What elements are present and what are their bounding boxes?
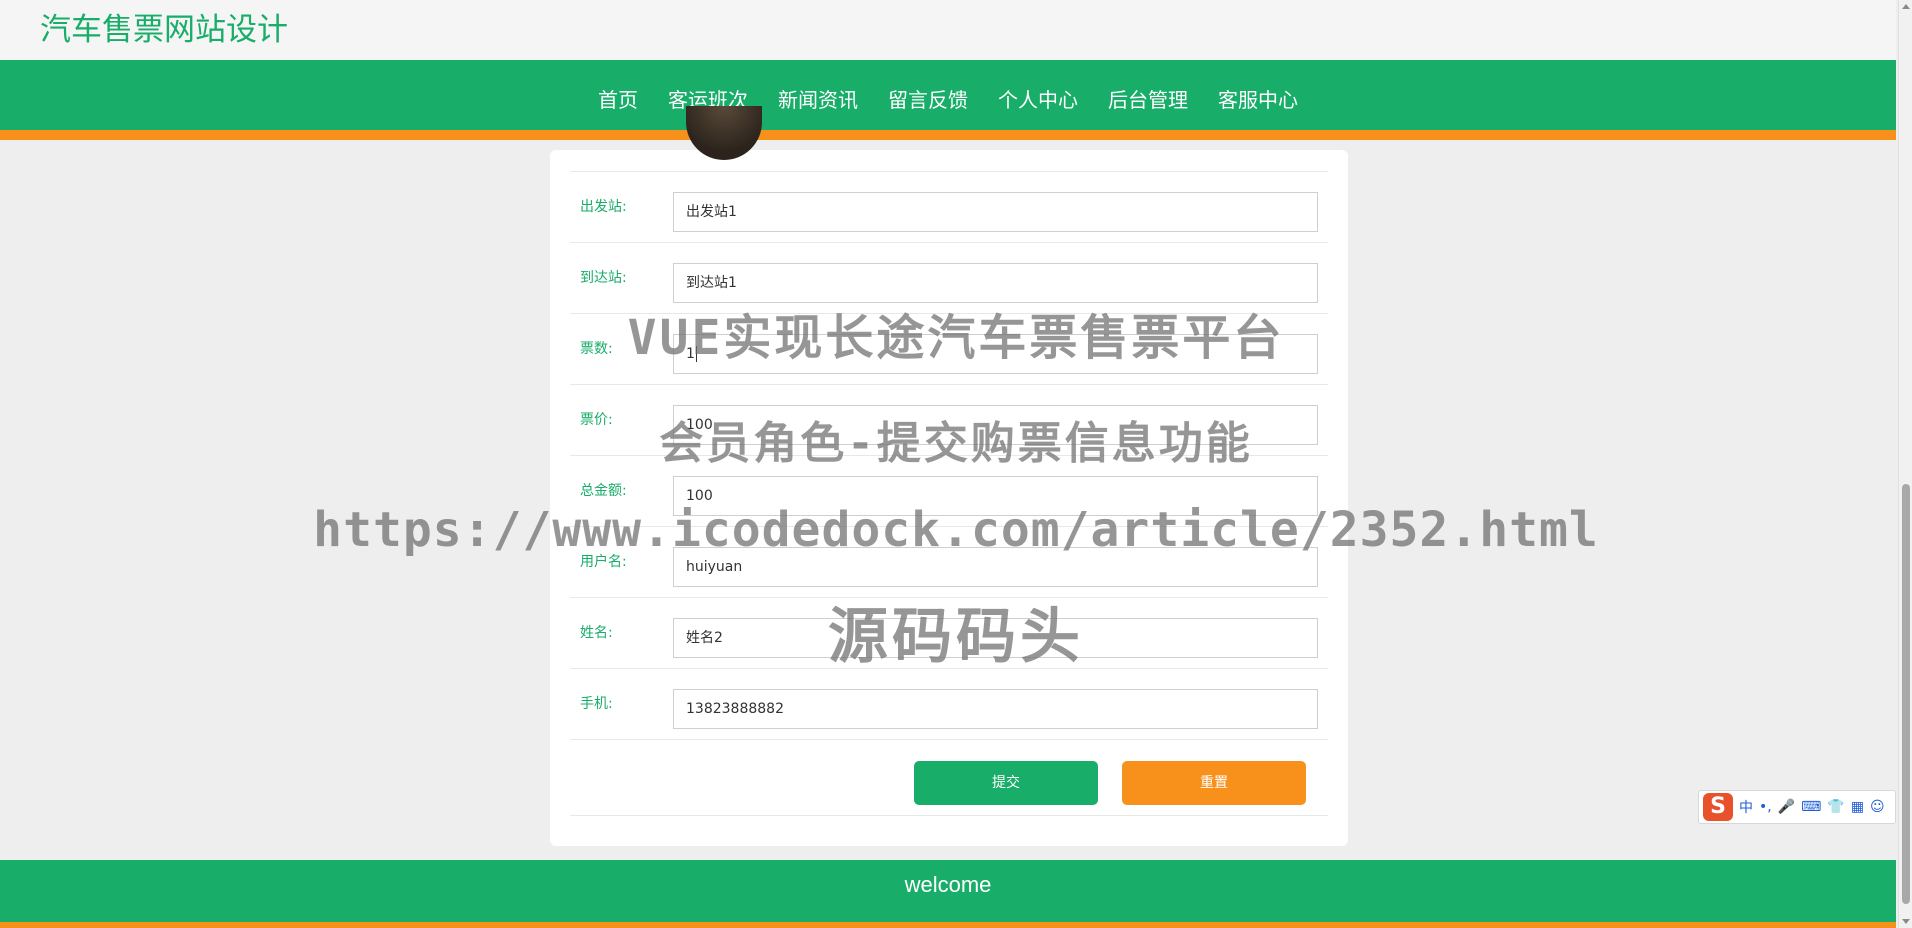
scroll-down-icon[interactable] xyxy=(1902,919,1910,924)
skin-icon[interactable]: 👕 xyxy=(1827,799,1844,815)
username-label: 用户名: xyxy=(580,554,627,570)
ticket-price-field[interactable]: 100 xyxy=(673,405,1318,445)
sogou-logo-icon[interactable]: S xyxy=(1703,793,1733,821)
top-bar: 汽车售票网站设计 xyxy=(0,0,1896,60)
form-row-ticket-count: 票数: 1 xyxy=(570,314,1328,385)
total-amount-label: 总金额: xyxy=(580,483,627,499)
nav-item-support[interactable]: 客服中心 xyxy=(1203,60,1313,140)
arrival-label: 到达站: xyxy=(580,270,627,286)
form-row-ticket-price: 票价: 100 xyxy=(570,385,1328,456)
ime-mode-toggle[interactable]: 中 xyxy=(1739,797,1753,817)
nav-item-news[interactable]: 新闻资讯 xyxy=(763,60,873,140)
nav-items: 首页 客运班次 新闻资讯 留言反馈 个人中心 后台管理 客服中心 xyxy=(0,60,1896,140)
form-row-name: 姓名: 姓名2 xyxy=(570,598,1328,669)
username-field[interactable]: huiyuan xyxy=(673,547,1318,587)
site-title: 汽车售票网站设计 xyxy=(40,12,288,48)
scroll-up-icon[interactable] xyxy=(1902,4,1910,9)
form-row-phone: 手机: 13823888882 xyxy=(570,669,1328,740)
nav-item-admin[interactable]: 后台管理 xyxy=(1093,60,1203,140)
name-label: 姓名: xyxy=(580,625,613,641)
nav-item-profile[interactable]: 个人中心 xyxy=(983,60,1093,140)
ticket-count-field[interactable]: 1 xyxy=(673,334,1318,374)
reset-button[interactable]: 重置 xyxy=(1122,761,1306,805)
form-row-username: 用户名: huiyuan xyxy=(570,527,1328,598)
name-field[interactable]: 姓名2 xyxy=(673,618,1318,658)
form-actions: 提交 重置 xyxy=(570,741,1328,816)
ticket-count-label: 票数: xyxy=(580,341,613,357)
form-row-arrival: 到达站: 到达站1 xyxy=(570,243,1328,314)
keyboard-icon[interactable]: ⌨ xyxy=(1801,799,1821,815)
phone-field[interactable]: 13823888882 xyxy=(673,689,1318,729)
nav-item-feedback[interactable]: 留言反馈 xyxy=(873,60,983,140)
ticket-price-label: 票价: xyxy=(580,412,613,428)
nav-item-home[interactable]: 首页 xyxy=(583,60,653,140)
avatar-icon[interactable]: ☺ xyxy=(1870,799,1885,815)
ticket-count-value: 1 xyxy=(686,346,695,362)
departure-label: 出发站: xyxy=(580,199,627,215)
footer-welcome-text: welcome xyxy=(904,872,992,897)
arrival-field[interactable]: 到达站1 xyxy=(673,263,1318,303)
departure-field[interactable]: 出发站1 xyxy=(673,192,1318,232)
phone-label: 手机: xyxy=(580,696,613,712)
submit-button[interactable]: 提交 xyxy=(914,761,1098,805)
form-row-departure: 出发站: 出发站1 xyxy=(570,172,1328,243)
total-amount-field[interactable]: 100 xyxy=(673,476,1318,516)
text-cursor xyxy=(695,346,697,362)
ime-toolbar[interactable]: S 中 •, 🎤 ⌨ 👕 ▦ ☺ xyxy=(1698,790,1896,824)
main-nav: 首页 客运班次 新闻资讯 留言反馈 个人中心 后台管理 客服中心 xyxy=(0,60,1896,140)
page-scrollbar[interactable] xyxy=(1898,0,1912,928)
scroll-thumb[interactable] xyxy=(1902,484,1910,904)
microphone-icon[interactable]: 🎤 xyxy=(1778,799,1795,815)
footer: welcome xyxy=(0,860,1896,928)
form-row-total: 总金额: 100 xyxy=(570,456,1328,527)
apps-icon[interactable]: ▦ xyxy=(1851,799,1864,815)
ime-punctuation-toggle[interactable]: •, xyxy=(1759,799,1772,815)
